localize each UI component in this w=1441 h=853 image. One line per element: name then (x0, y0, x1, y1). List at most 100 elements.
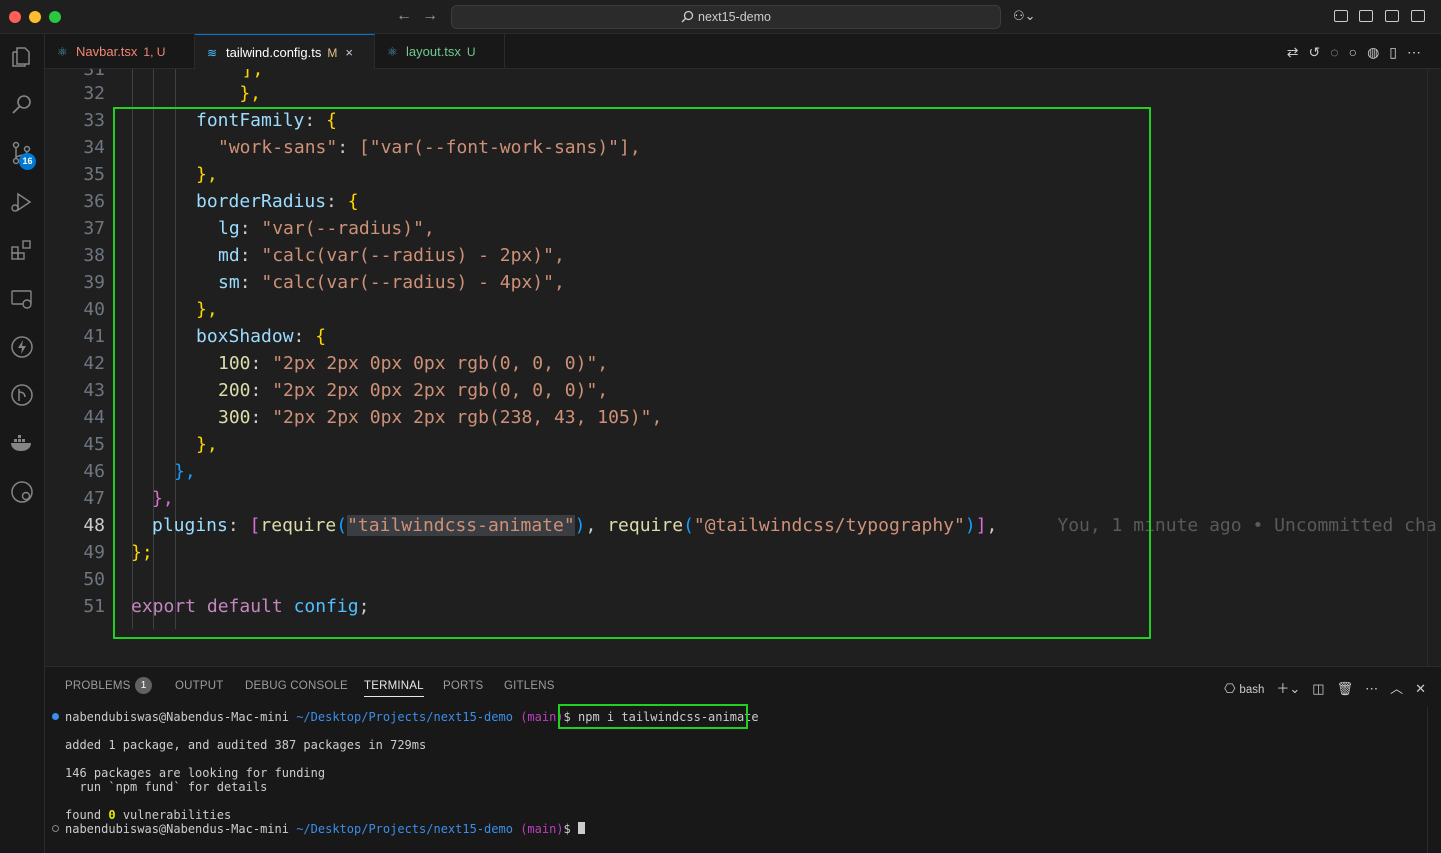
tab-label: layout.tsx (406, 44, 461, 59)
vulnerability-count: 0 (108, 808, 116, 822)
prompt-symbol: $ (563, 822, 571, 836)
editor-scrollbar[interactable] (1427, 69, 1441, 666)
tab-label: tailwind.config.ts (226, 45, 322, 60)
tab-debug-console[interactable]: DEBUG CONSOLE (245, 680, 348, 692)
react-file-icon: ⚛ (57, 45, 68, 59)
back-arrow-icon[interactable]: ← (396, 7, 412, 25)
prompt-user: nabendubiswas@Nabendus-Mac-mini (65, 710, 289, 724)
search-icon[interactable] (9, 92, 35, 118)
tab-layout[interactable]: ⚛ layout.tsx U (375, 34, 505, 69)
command-center-search[interactable]: next15-demo (451, 5, 1001, 29)
tab-status: M (327, 46, 338, 60)
thunder-client-icon[interactable] (9, 334, 35, 360)
line-number: 44 (83, 407, 105, 428)
tab-tailwind-config[interactable]: ≋ tailwind.config.ts M × (195, 34, 375, 69)
tab-problems[interactable]: PROBLEMS (65, 680, 131, 692)
gitlens-icon[interactable] (9, 382, 35, 408)
code-editor[interactable]: 31 ]; 32 }, 33 fontFamily: { 34 "work-sans… (45, 69, 1441, 666)
gitlens-blame-icon[interactable]: ◍ (1367, 44, 1389, 60)
problems-count-badge: 1 (135, 677, 152, 694)
search-icon (681, 10, 694, 23)
line-number: 48 (83, 515, 105, 536)
tab-gitlens[interactable]: GITLENS (504, 680, 555, 692)
new-terminal-icon[interactable]: ＋⌄ (1276, 681, 1300, 696)
line-number: 41 (83, 326, 105, 347)
highlight-box (113, 107, 1151, 639)
tab-close-icon[interactable]: × (345, 45, 353, 60)
compare-changes-icon[interactable]: ⇄ (1287, 44, 1309, 60)
line-number: 51 (83, 596, 105, 617)
run-debug-icon[interactable] (9, 189, 35, 215)
terminal-icon: ⎔ (1224, 681, 1236, 696)
terminal-output: added 1 package, and audited 387 package… (65, 738, 427, 752)
line-number: 37 (83, 218, 105, 239)
kill-terminal-icon[interactable]: 🗑 (1337, 681, 1354, 696)
line-number: 35 (83, 164, 105, 185)
toggle-secondary-sidebar-icon[interactable] (1411, 10, 1425, 22)
terminal-prompt-line[interactable]: nabendubiswas@Nabendus-Mac-mini ~/Deskto… (65, 822, 586, 836)
toggle-panel-icon[interactable] (1385, 10, 1399, 22)
split-terminal-icon[interactable]: ◫ (1312, 681, 1324, 696)
prompt-path: ~/Desktop/Projects/next15-demo (296, 822, 513, 836)
prompt-path: ~/Desktop/Projects/next15-demo (296, 710, 513, 724)
extensions-icon[interactable] (9, 237, 35, 263)
split-editor-icon[interactable]: ▯ (1389, 44, 1407, 60)
customize-layout-icon[interactable] (1334, 10, 1348, 22)
previous-change-icon[interactable]: ◌ (1330, 44, 1348, 60)
window-close-button[interactable] (9, 11, 21, 23)
gitlens-inspect-icon[interactable] (9, 479, 35, 505)
source-control-badge: 16 (19, 153, 36, 170)
line-number: 32 (83, 83, 105, 104)
line-number: 45 (83, 434, 105, 455)
line-number: 46 (83, 461, 105, 482)
terminal-scrollbar[interactable] (1427, 707, 1441, 853)
shell-name[interactable]: bash (1239, 684, 1264, 696)
line-number: 42 (83, 353, 105, 374)
tab-label: Navbar.tsx (76, 44, 138, 59)
react-file-icon: ⚛ (387, 45, 398, 59)
open-changes-icon[interactable]: ↺ (1309, 44, 1331, 60)
remote-explorer-icon[interactable] (9, 286, 35, 312)
prompt-branch: (main) (520, 822, 564, 836)
next-change-icon[interactable]: ○ (1349, 44, 1367, 60)
line-number: 49 (83, 542, 105, 563)
maximize-panel-icon[interactable]: ︿ (1390, 681, 1403, 696)
line-number: 50 (83, 569, 105, 590)
tab-navbar[interactable]: ⚛ Navbar.tsx 1, U (45, 34, 195, 69)
title-bar: ← → next15-demo ⚇⌄ (0, 0, 1441, 34)
terminal-output: found 0 vulnerabilities (65, 808, 231, 822)
terminal-text: found (65, 808, 109, 822)
docker-icon[interactable] (9, 430, 35, 456)
close-panel-icon[interactable]: ✕ (1415, 681, 1426, 696)
line-number: 43 (83, 380, 105, 401)
more-actions-icon[interactable]: ⋯ (1407, 44, 1431, 60)
terminal-output: run `npm fund` for details (65, 780, 268, 794)
tab-terminal[interactable]: TERMINAL (364, 680, 424, 697)
explorer-icon[interactable] (9, 44, 35, 70)
tab-status: 1, U (143, 45, 166, 59)
editor-tab-bar: ⚛ Navbar.tsx 1, U ≋ tailwind.config.ts M × ⚛ l… (45, 34, 1441, 69)
line-number: 39 (83, 272, 105, 293)
command-success-dot (52, 713, 59, 720)
tailwind-file-icon: ≋ (207, 46, 218, 60)
prompt-user: nabendubiswas@Nabendus-Mac-mini (65, 822, 289, 836)
command-center-text: next15-demo (698, 10, 771, 24)
window-minimize-button[interactable] (29, 11, 41, 23)
line-number: 38 (83, 245, 105, 266)
code-text: }, (196, 83, 262, 104)
tab-output[interactable]: OUTPUT (175, 680, 223, 692)
terminal-cursor (578, 822, 586, 834)
more-actions-icon[interactable]: ⋯ (1365, 681, 1378, 696)
editor-actions[interactable]: ⇄↺◌○◍▯⋯ (1287, 44, 1431, 61)
tab-ports[interactable]: PORTS (443, 680, 483, 692)
tab-status: U (466, 45, 476, 59)
line-number: 47 (83, 488, 105, 509)
line-number: 40 (83, 299, 105, 320)
activity-bar: 16 (0, 34, 45, 853)
copilot-icon[interactable]: ⚇⌄ (1013, 8, 1036, 24)
forward-arrow-icon[interactable]: → (422, 7, 438, 25)
toggle-primary-sidebar-icon[interactable] (1359, 10, 1373, 22)
bottom-panel: PROBLEMS 1 OUTPUT DEBUG CONSOLE TERMINAL… (45, 666, 1441, 853)
window-maximize-button[interactable] (49, 11, 61, 23)
terminal-text: vulnerabilities (115, 808, 232, 822)
